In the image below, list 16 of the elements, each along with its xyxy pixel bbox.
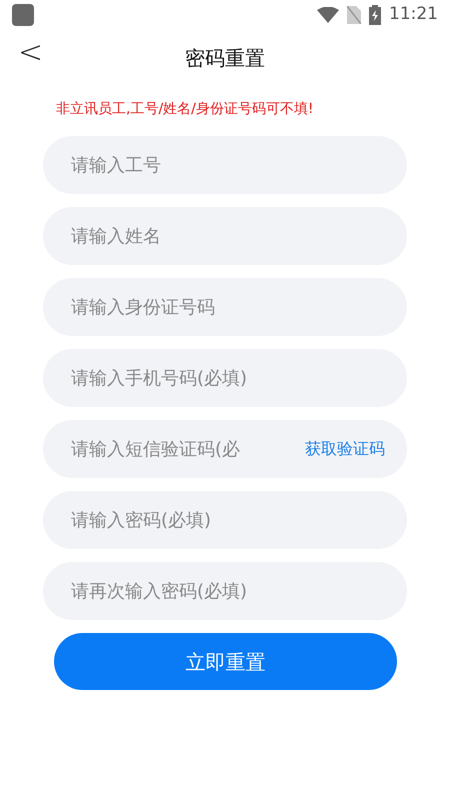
clock: 11:21 — [389, 3, 438, 26]
reset-button[interactable]: 立即重置 — [54, 633, 397, 690]
get-code-button[interactable]: 获取验证码 — [305, 439, 385, 459]
back-button[interactable]: < — [14, 38, 48, 68]
password-field[interactable]: 请输入密码(必填) — [43, 491, 407, 549]
input-field[interactable]: 请输入手机号码(必填) — [43, 349, 407, 407]
wifi-icon — [317, 7, 339, 23]
app-icon — [12, 4, 34, 26]
no-sim-icon — [347, 6, 361, 24]
input-field[interactable]: 请输入工号 — [43, 136, 407, 194]
input-field[interactable]: 请输入姓名 — [43, 207, 407, 265]
page-title: 密码重置 — [185, 44, 265, 72]
notice-text: 非立讯员工,工号/姓名/身份证号码可不填! — [56, 100, 314, 119]
input-field[interactable]: 请输入身份证号码 — [43, 278, 407, 336]
password-field[interactable]: 请再次输入密码(必填) — [43, 562, 407, 620]
battery-icon — [369, 5, 381, 25]
